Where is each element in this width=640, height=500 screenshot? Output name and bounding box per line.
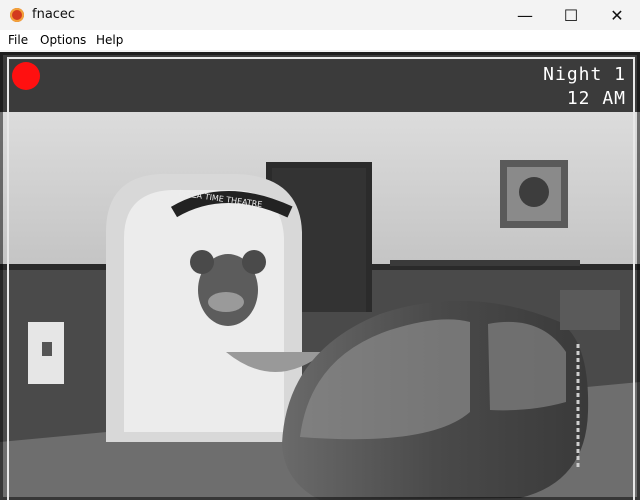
menu-file[interactable]: File	[8, 33, 28, 47]
close-icon: ✕	[610, 5, 624, 25]
close-button[interactable]: ✕	[594, 0, 640, 30]
night-label: Night 1	[543, 64, 626, 85]
maximize-icon: ☐	[563, 5, 579, 25]
window-title: fnacec	[32, 7, 76, 22]
menu-options[interactable]: Options	[40, 33, 86, 47]
maximize-button[interactable]: ☐	[548, 0, 594, 30]
menu-help[interactable]: Help	[96, 33, 123, 47]
time-label: 12 AM	[566, 88, 626, 109]
recording-indicator-icon	[12, 62, 40, 90]
app-icon	[10, 8, 24, 22]
menu-bar: File Options Help	[0, 30, 640, 50]
camera-border	[7, 57, 635, 500]
camera-viewport: PIZZA TIME THEATRE Night 1 12 AM	[0, 52, 640, 500]
minimize-button[interactable]: —	[502, 0, 548, 30]
minimize-icon: —	[517, 5, 533, 25]
title-bar: fnacec — ☐ ✕	[0, 0, 640, 30]
